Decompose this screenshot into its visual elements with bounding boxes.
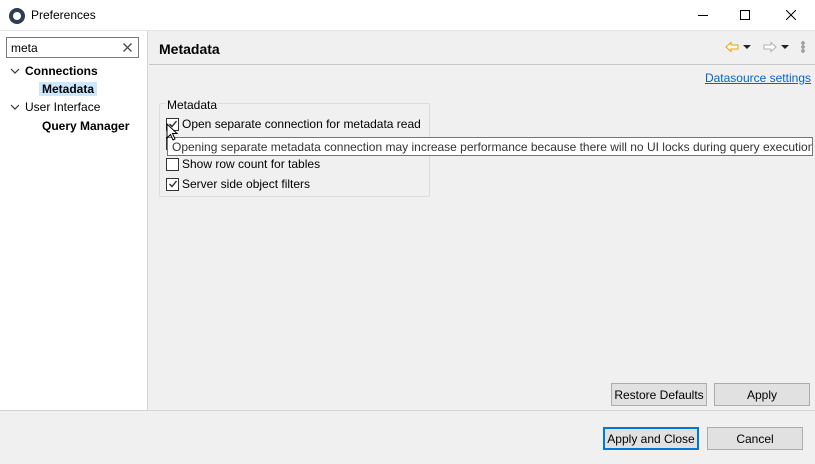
checkbox[interactable] [166, 157, 179, 171]
chevron-down-icon[interactable] [9, 101, 21, 113]
title-separator [149, 64, 815, 65]
minimize-button[interactable] [680, 0, 725, 30]
tree-item-label: Connections [25, 64, 98, 78]
mouse-cursor-icon [166, 123, 178, 141]
tree-item-connections[interactable]: Connections [9, 62, 98, 80]
tree-item-user-interface[interactable]: User Interface [9, 98, 100, 116]
forward-arrow-icon[interactable] [763, 41, 777, 53]
minimize-icon [697, 15, 708, 16]
page-title: Metadata [159, 41, 220, 57]
checkbox[interactable] [166, 177, 179, 191]
group-label: Metadata [166, 98, 219, 112]
checkbox-label: Server side object filters [182, 177, 311, 191]
checkmark-icon [168, 180, 177, 188]
filter-field[interactable] [6, 37, 139, 58]
tree-item-metadata[interactable]: Metadata [39, 80, 98, 98]
datasource-settings-link[interactable]: Datasource settings [705, 71, 811, 85]
title-bar: Preferences [0, 0, 815, 31]
dbeaver-icon [9, 8, 25, 24]
tree-item-query-manager[interactable]: Query Manager [42, 117, 129, 135]
tree-item-label: User Interface [25, 100, 101, 114]
dropdown-arrow-icon[interactable] [743, 41, 751, 53]
close-button[interactable] [768, 0, 813, 30]
tree-item-label: Metadata [39, 82, 98, 96]
page-navigation [725, 41, 805, 53]
dropdown-arrow-icon[interactable] [781, 41, 789, 53]
checkbox-label: Open separate connection for metadata re… [182, 117, 421, 131]
back-arrow-icon[interactable] [725, 41, 739, 53]
footer-separator [0, 410, 815, 411]
apply-and-close-button[interactable]: Apply and Close [603, 427, 699, 450]
show-row-count-option[interactable]: Show row count for tables [166, 157, 320, 171]
cancel-button[interactable]: Cancel [707, 427, 803, 450]
server-side-filters-option[interactable]: Server side object filters [166, 177, 310, 191]
open-separate-connection-option[interactable]: Open separate connection for metadata re… [166, 117, 421, 131]
restore-defaults-button[interactable]: Restore Defaults [611, 383, 707, 406]
close-icon [785, 10, 796, 20]
checkbox-label: Show row count for tables [182, 157, 321, 171]
apply-button[interactable]: Apply [714, 383, 810, 406]
preferences-tree-pane: Connections Metadata User Interface Quer… [0, 31, 148, 411]
filter-input[interactable] [11, 40, 121, 55]
tree-item-label: Query Manager [42, 119, 130, 133]
preference-page: Metadata Datasource settings Metadata Op… [149, 31, 815, 411]
maximize-icon [739, 10, 750, 20]
chevron-down-icon[interactable] [9, 65, 21, 77]
clear-icon[interactable] [121, 41, 134, 54]
maximize-button[interactable] [722, 0, 767, 30]
more-options-icon[interactable] [801, 41, 805, 53]
window-title: Preferences [31, 8, 96, 22]
option-tooltip: Opening separate metadata connection may… [167, 137, 813, 156]
